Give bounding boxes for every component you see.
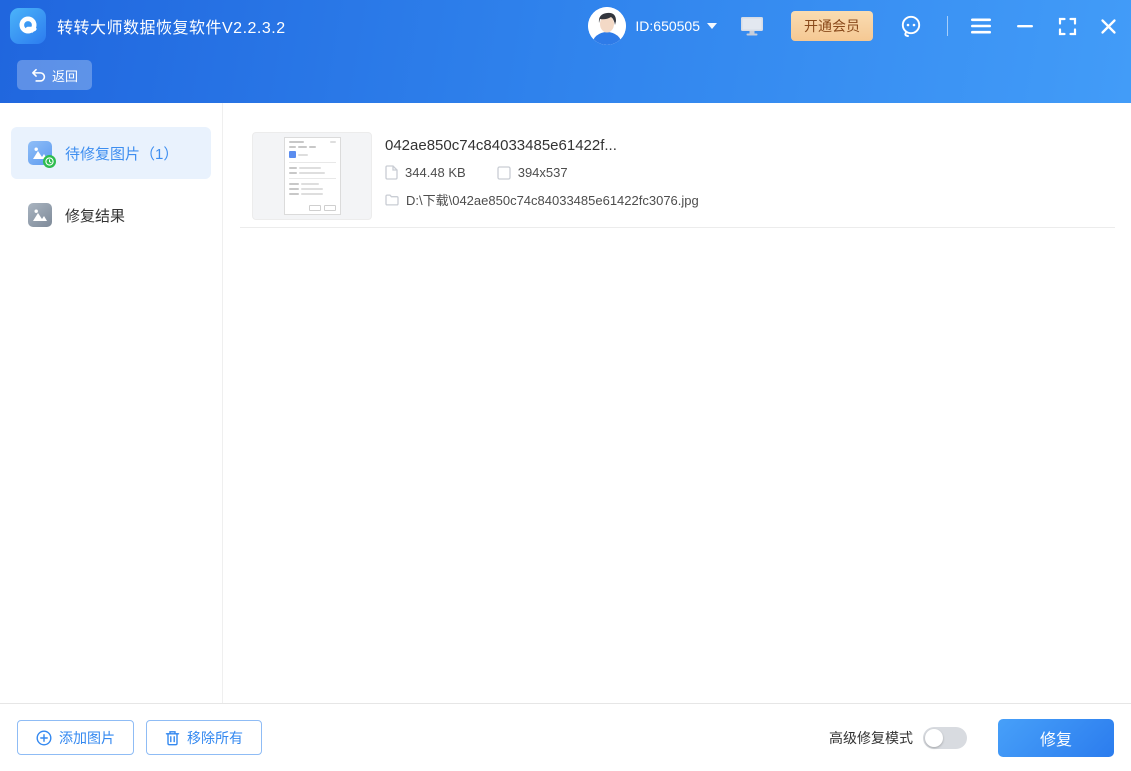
back-button[interactable]: 返回: [17, 60, 92, 90]
plus-circle-icon: [36, 730, 52, 746]
remove-all-button[interactable]: 移除所有: [146, 720, 262, 755]
add-image-button[interactable]: 添加图片: [17, 720, 134, 755]
monitor-icon[interactable]: [739, 15, 765, 37]
hamburger-menu-icon[interactable]: [970, 17, 992, 35]
maximize-icon[interactable]: [1058, 17, 1077, 36]
footer-bar: 添加图片 移除所有 高级修复模式 修复: [0, 703, 1131, 771]
toggle-knob: [925, 729, 943, 747]
file-dimensions-group: 394x537: [497, 165, 568, 180]
file-meta: 344.48 KB 394x537: [385, 165, 699, 180]
customer-service-icon[interactable]: [898, 13, 924, 39]
close-icon[interactable]: [1100, 18, 1117, 35]
file-size-group: 344.48 KB: [385, 165, 466, 180]
titlebar: 转转大师数据恢复软件V2.2.3.2 ID:650505: [0, 0, 1131, 52]
row-separator: [240, 227, 1115, 228]
header: 转转大师数据恢复软件V2.2.3.2 ID:650505: [0, 0, 1131, 103]
user-avatar[interactable]: [588, 7, 626, 45]
file-info: 042ae850c74c84033485e61422f... 344.48 KB…: [385, 132, 699, 220]
vip-upgrade-button[interactable]: 开通会员: [791, 11, 873, 41]
advanced-mode-toggle[interactable]: [923, 727, 967, 749]
frame-icon: [497, 166, 511, 180]
undo-arrow-icon: [31, 68, 46, 83]
add-image-label: 添加图片: [59, 728, 115, 748]
image-icon: [28, 203, 52, 227]
app-window: 转转大师数据恢复软件V2.2.3.2 ID:650505: [0, 0, 1131, 771]
file-size: 344.48 KB: [405, 165, 466, 180]
file-icon: [385, 165, 398, 180]
minimize-icon[interactable]: [1016, 17, 1034, 35]
sidebar: 待修复图片（1） 修复结果: [0, 103, 223, 703]
app-title: 转转大师数据恢复软件V2.2.3.2: [57, 14, 286, 38]
file-list-item[interactable]: 042ae850c74c84033485e61422f... 344.48 KB…: [252, 132, 1115, 220]
remove-all-label: 移除所有: [187, 728, 243, 748]
file-name: 042ae850c74c84033485e61422f...: [385, 137, 699, 154]
folder-icon: [385, 194, 399, 206]
chevron-down-icon[interactable]: [707, 23, 717, 29]
image-with-clock-icon: [28, 141, 52, 165]
sidebar-item-pending-images[interactable]: 待修复图片（1）: [11, 127, 211, 179]
thumbnail-dialog-art: [284, 137, 341, 215]
advanced-mode-label: 高级修复模式: [829, 728, 913, 748]
back-button-label: 返回: [52, 66, 78, 85]
sidebar-item-label: 修复结果: [65, 205, 125, 226]
user-id-label: ID:650505: [635, 18, 700, 34]
trash-icon: [165, 730, 180, 746]
app-logo-icon: [10, 8, 46, 44]
file-path: D:\下载\042ae850c74c84033485e61422fc3076.j…: [406, 190, 699, 209]
clock-badge-icon: [43, 155, 56, 168]
sidebar-item-repair-results[interactable]: 修复结果: [11, 189, 211, 241]
titlebar-divider: [947, 16, 948, 36]
file-dimensions: 394x537: [518, 165, 568, 180]
repair-button[interactable]: 修复: [998, 719, 1114, 757]
file-path-row: D:\下载\042ae850c74c84033485e61422fc3076.j…: [385, 190, 699, 209]
file-thumbnail: [252, 132, 372, 220]
sidebar-item-label: 待修复图片（1）: [65, 143, 178, 164]
